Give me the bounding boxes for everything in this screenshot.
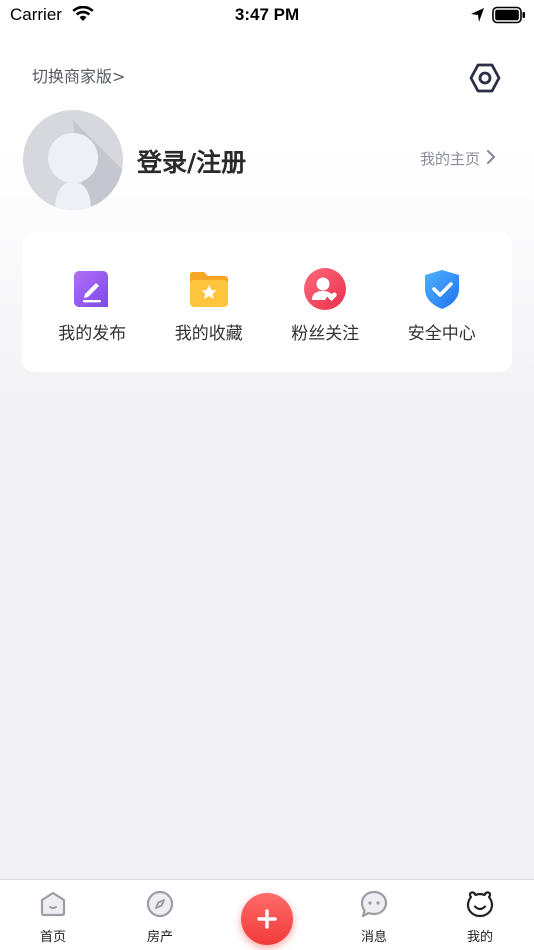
quick-item-label: 我的收藏 [174, 324, 243, 344]
tab-home[interactable]: 首页 [13, 880, 93, 950]
star-folder-icon [189, 272, 228, 307]
status-bar: Carrier 3:47 PM [0, 0, 534, 32]
location-arrow-icon [470, 7, 486, 28]
plus-icon [257, 909, 277, 929]
chat-bubble-icon [360, 890, 388, 918]
tab-property[interactable]: 房产 [120, 880, 200, 950]
tab-messages[interactable]: 消息 [334, 880, 414, 950]
compass-icon [146, 890, 174, 918]
quick-item-fans-follow[interactable]: 粉丝关注 [270, 267, 380, 344]
my-homepage-label: 我的主页 [420, 150, 481, 168]
quick-actions-card: 我的发布 我的收藏 粉丝关注 安全中心 [22, 232, 512, 372]
switch-merchant-link[interactable]: 切换商家版> [32, 63, 125, 87]
tab-label: 消息 [360, 930, 387, 945]
settings-icon[interactable] [468, 61, 502, 95]
login-register-button[interactable]: 登录/注册 [137, 143, 246, 179]
quick-item-label: 粉丝关注 [291, 324, 360, 344]
quick-item-security-center[interactable]: 安全中心 [387, 267, 497, 344]
shield-check-icon [424, 270, 459, 309]
quick-item-my-posts[interactable]: 我的发布 [37, 267, 147, 344]
quick-item-label: 我的发布 [58, 324, 127, 344]
default-avatar-icon [23, 110, 123, 210]
my-homepage-link[interactable]: 我的主页 [420, 148, 496, 169]
avatar[interactable] [23, 110, 123, 210]
chevron-right-icon [486, 149, 496, 169]
clock-time: 3:47 PM [234, 5, 300, 24]
face-icon [466, 891, 494, 918]
publish-button[interactable] [241, 893, 293, 945]
quick-item-label: 安全中心 [407, 324, 476, 344]
quick-item-my-favorites[interactable]: 我的收藏 [154, 267, 264, 344]
tab-label: 房产 [146, 930, 173, 945]
battery-icon [492, 6, 526, 29]
user-heart-icon [304, 268, 347, 310]
tab-mine[interactable]: 我的 [440, 880, 520, 950]
tab-label: 首页 [39, 930, 66, 945]
edit-note-icon [74, 271, 109, 307]
home-icon [40, 891, 66, 917]
tab-label: 我的 [466, 930, 493, 945]
